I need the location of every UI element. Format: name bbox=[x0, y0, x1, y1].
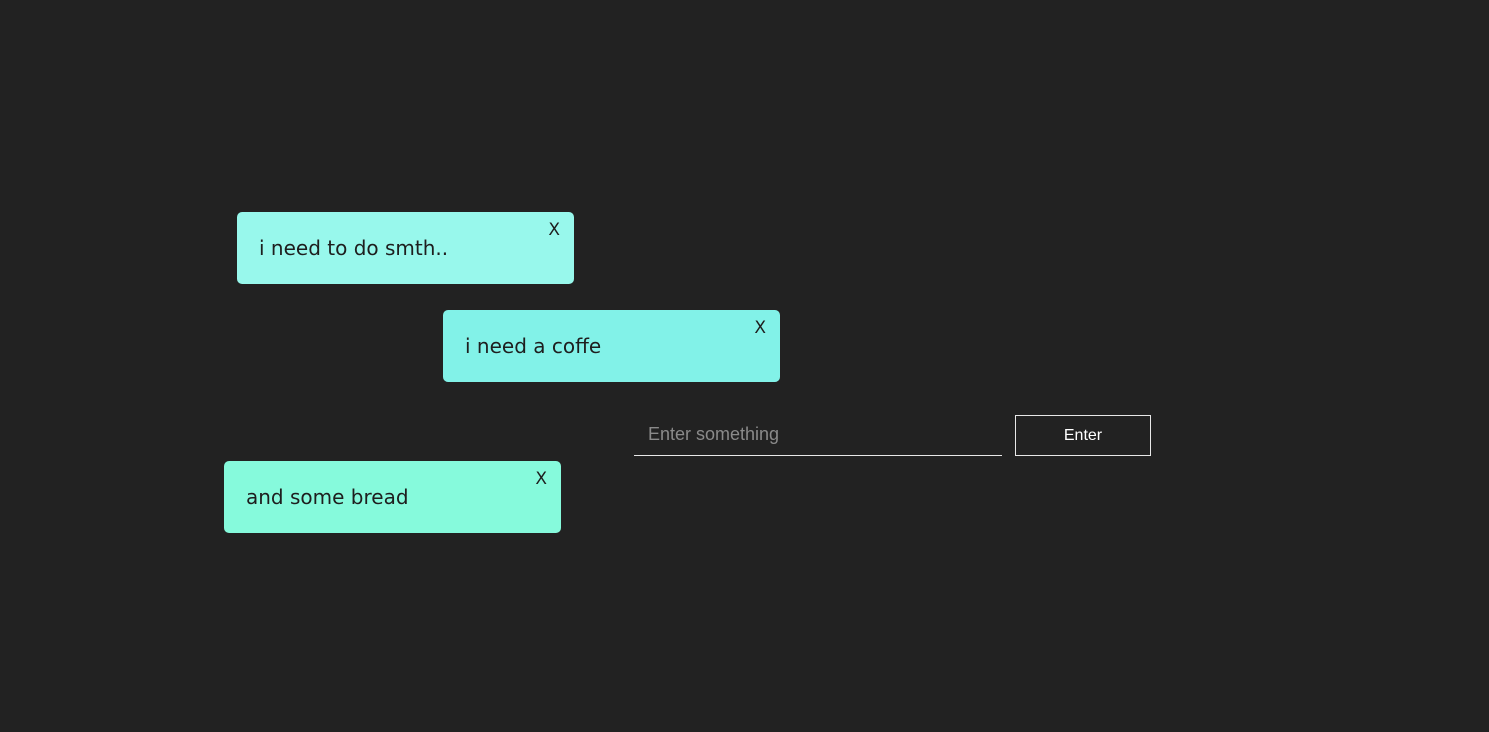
note-text: i need a coffe bbox=[465, 334, 602, 358]
note-card: i need to do smth.. X bbox=[237, 212, 574, 284]
note-text-input[interactable] bbox=[634, 414, 1002, 456]
enter-button[interactable]: Enter bbox=[1015, 415, 1151, 456]
close-note-button[interactable]: X bbox=[535, 469, 547, 489]
note-card: and some bread X bbox=[224, 461, 561, 533]
note-text: i need to do smth.. bbox=[259, 236, 449, 260]
close-note-button[interactable]: X bbox=[754, 318, 766, 338]
note-card: i need a coffe X bbox=[443, 310, 780, 382]
close-note-button[interactable]: X bbox=[548, 220, 560, 240]
app-canvas: i need to do smth.. X i need a coffe X a… bbox=[0, 0, 1489, 732]
note-text: and some bread bbox=[246, 485, 409, 509]
